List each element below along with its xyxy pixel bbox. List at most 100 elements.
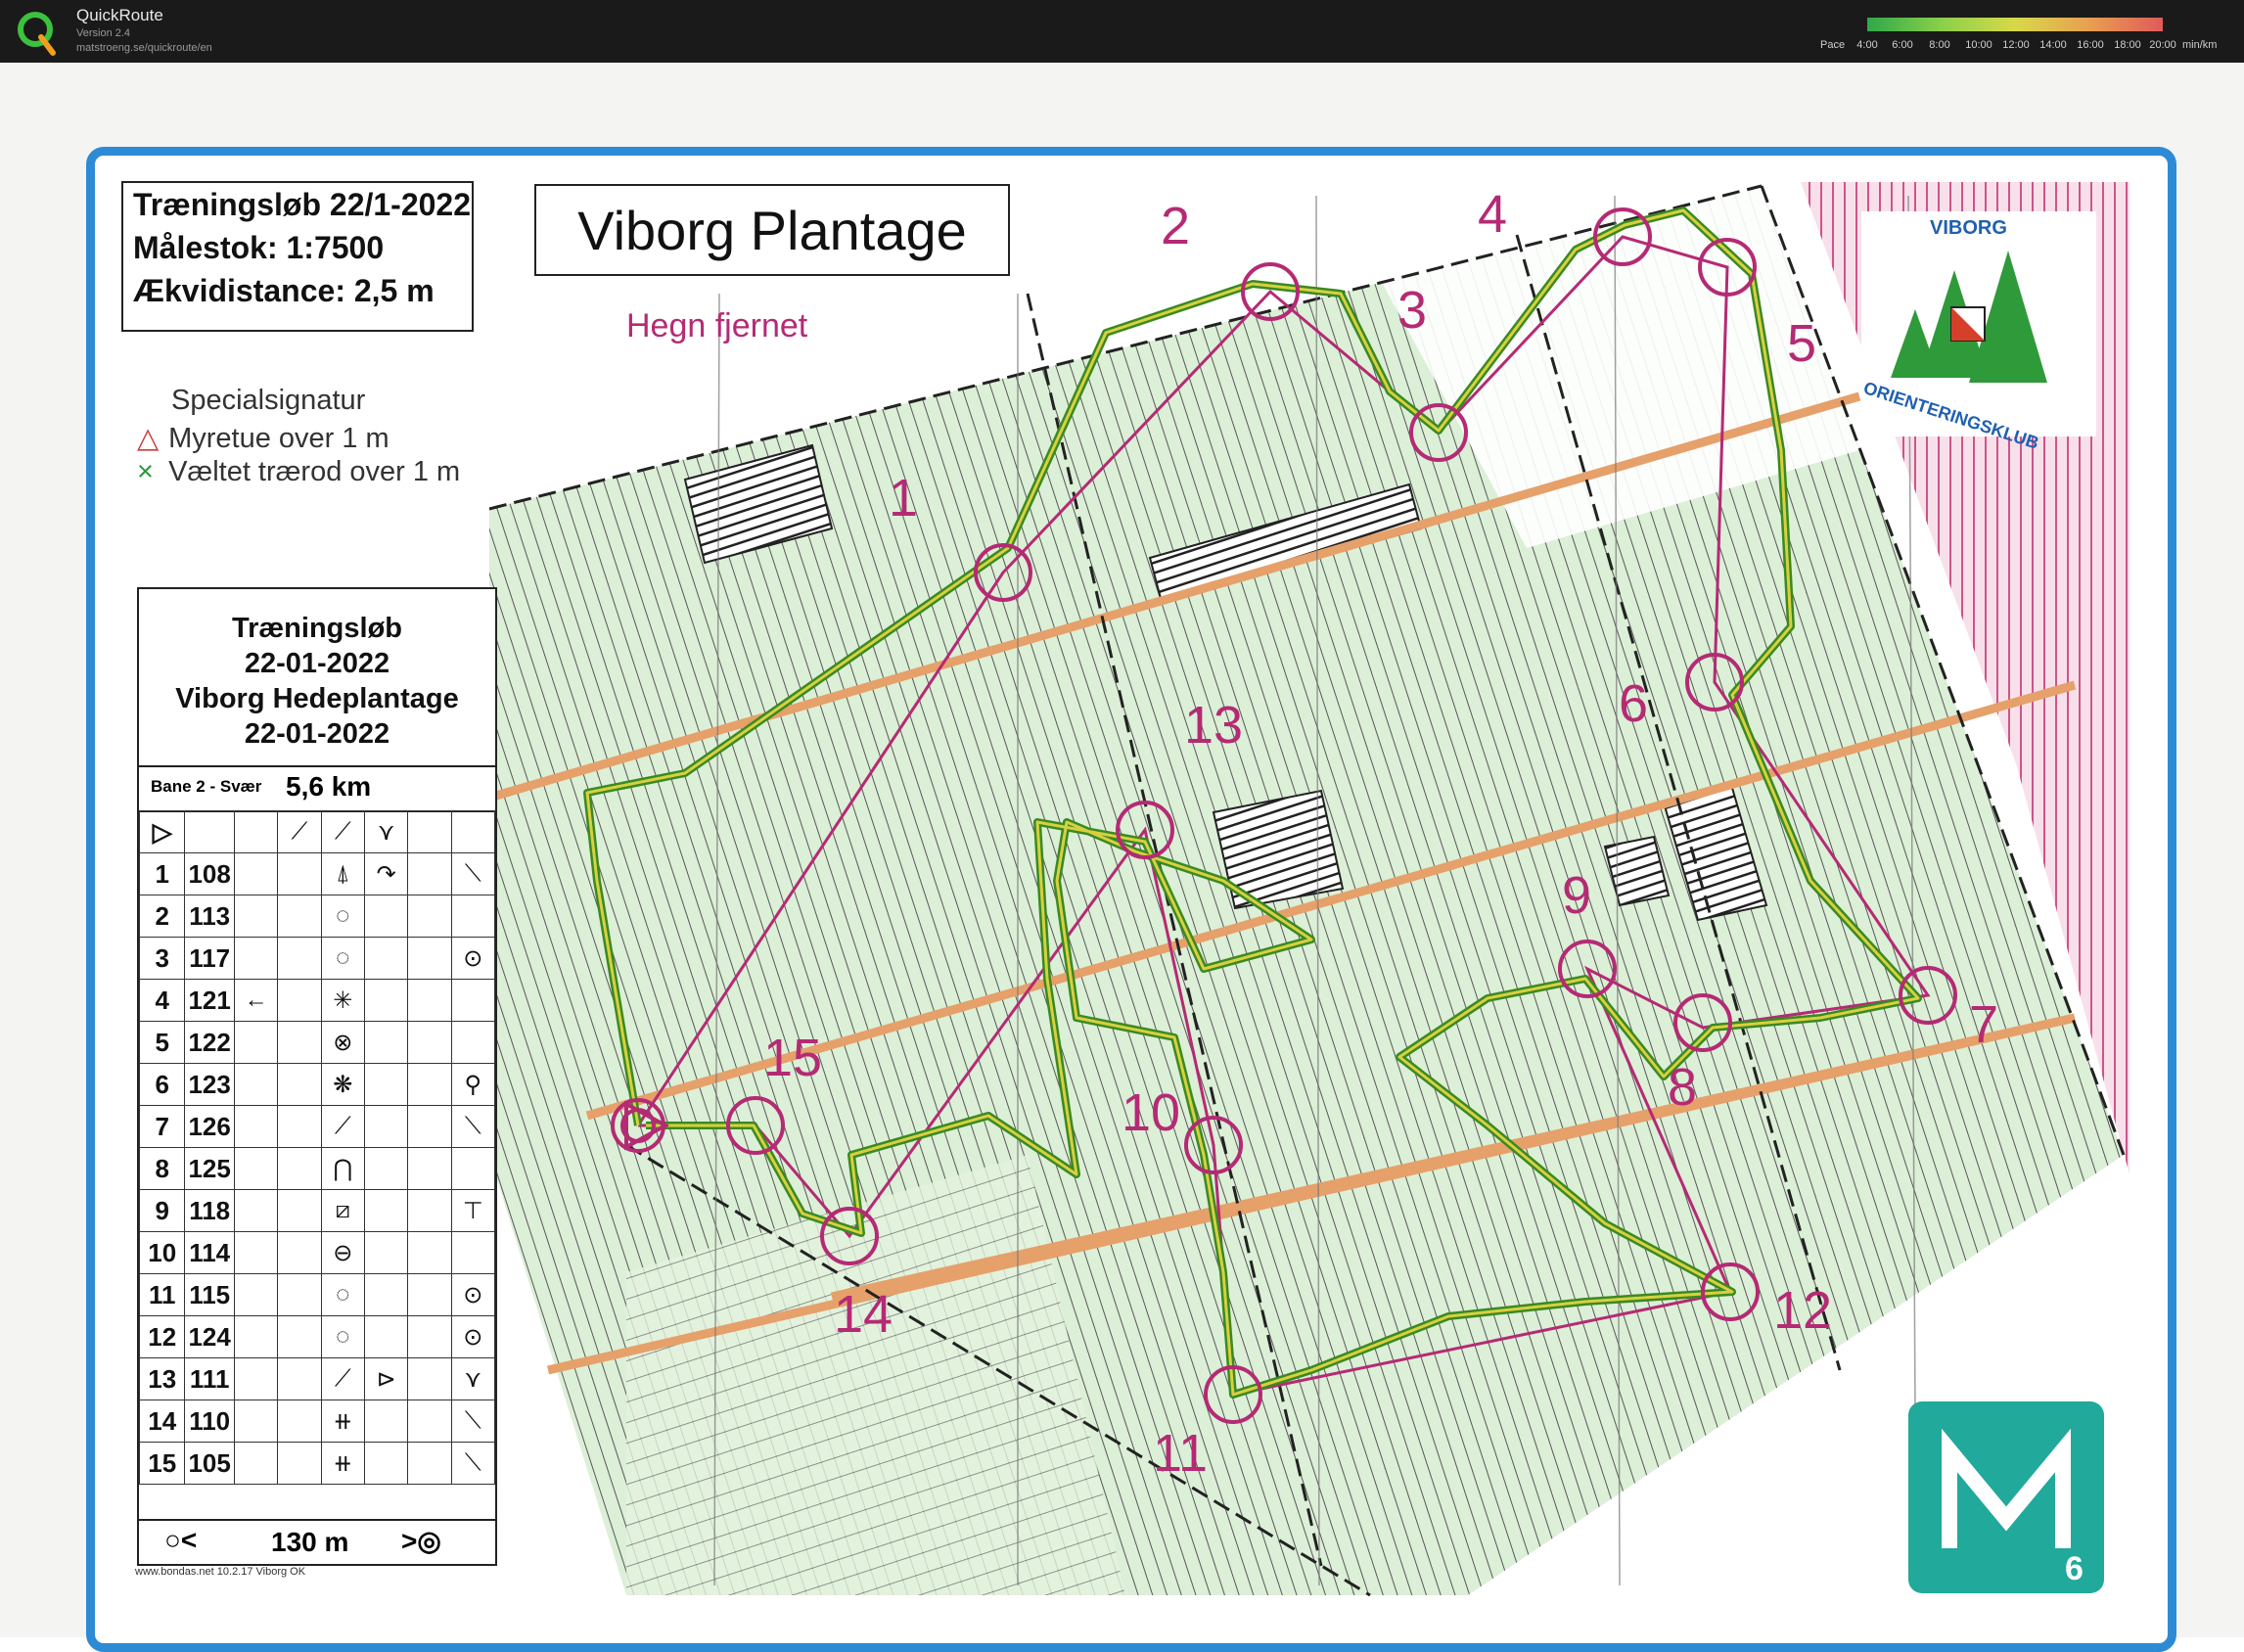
description-cell-f [363, 895, 409, 938]
description-cell-empty [407, 1021, 452, 1064]
description-cell-num: 9 [138, 1189, 186, 1232]
description-cell-num: 4 [138, 979, 186, 1022]
description-cell-f [363, 979, 409, 1022]
description-cell-f: ↷ [363, 852, 409, 895]
description-cell-code: 117 [184, 937, 235, 980]
rootstock-icon: × [137, 456, 154, 487]
control-number-14: 14 [834, 1285, 893, 1344]
description-cell-c [233, 1315, 279, 1358]
description-cell-e: ◌ [320, 1273, 365, 1316]
finish-row: ○< 130 m >◎ [139, 1519, 495, 1564]
description-cell-d [277, 1315, 322, 1358]
description-cell-empty [407, 1400, 452, 1443]
description-cell-g [450, 979, 496, 1022]
control-number-1: 1 [889, 469, 919, 528]
description-cell-code: 118 [184, 1189, 235, 1232]
description-cell-empty [407, 1105, 452, 1148]
description-cell-e: ⟋ [320, 1105, 365, 1148]
description-cell-g: ⋎ [450, 1357, 496, 1400]
description-cell-code: 122 [184, 1021, 235, 1064]
description-cell-g: ⊤ [450, 1189, 496, 1232]
description-row: 1 108 ⍋ ↷ ⟍ [138, 852, 496, 895]
description-cell-c [233, 852, 279, 895]
description-cell-e: ⊖ [320, 1231, 365, 1274]
description-cell-empty [407, 852, 452, 895]
description-cell-d [277, 1273, 322, 1316]
description-cell-d [277, 1021, 322, 1064]
desc-title-1: Træningsløb [232, 613, 402, 644]
control-description-sheet: Træningsløb 22-01-2022 Viborg Hedeplanta… [137, 587, 497, 1566]
control-number-12: 12 [1773, 1281, 1833, 1340]
description-cell-c [233, 1105, 279, 1148]
description-cell-f [363, 1147, 409, 1190]
description-cell-e: ⧺ [320, 1400, 365, 1443]
special-symbols-title: Specialsignatur [171, 385, 366, 416]
map-credit: www.bondas.net 10.2.17 Viborg OK [135, 1566, 306, 1578]
desc-title-4: 22-01-2022 [244, 718, 390, 750]
description-cell-empty [407, 1063, 452, 1106]
description-cell-c: ← [233, 979, 279, 1022]
description-cell-code: 113 [184, 895, 235, 938]
description-row: 5 122 ⊗ [138, 1021, 496, 1064]
finish-distance: 130 m [271, 1527, 349, 1557]
description-cell-d [277, 1231, 322, 1274]
description-cell-g: ⊙ [450, 937, 496, 980]
description-cell-f [363, 1021, 409, 1064]
club-logo: VIBORG ORIENTERINGSKLUB [1861, 211, 2096, 453]
description-cell-f [363, 1063, 409, 1106]
description-cell-code: 126 [184, 1105, 235, 1148]
description-cell-num: 2 [138, 895, 186, 938]
scale-text: Målestok: 1:7500 [133, 230, 385, 265]
finish-right-symbol: >◎ [401, 1526, 441, 1556]
description-cell-e: ⊗ [320, 1021, 365, 1064]
description-cell-num: 11 [138, 1273, 186, 1316]
description-row: 6 123 ❋ ⚲ [138, 1063, 496, 1106]
legend-anthill-label: Myretue over 1 m [168, 423, 389, 454]
start-symbol: ▷ [138, 810, 186, 853]
description-cell-empty [407, 1231, 452, 1274]
description-cell-empty [407, 1147, 452, 1190]
description-cell-num: 6 [138, 1063, 186, 1106]
start-col-e: ⟋ [277, 810, 322, 853]
description-cell-num: 15 [138, 1442, 186, 1485]
contour-interval-text: Ækvidistance: 2,5 m [133, 273, 435, 308]
description-cell-e: ❋ [320, 1063, 365, 1106]
description-cell-g: ⊙ [450, 1273, 496, 1316]
description-row: 9 118 ⧄ ⊤ [138, 1189, 496, 1232]
description-row: 8 125 ⋂ [138, 1147, 496, 1190]
legend-rootstock-label: Væltet trærod over 1 m [168, 456, 461, 487]
description-cell-g: ⟍ [450, 1105, 496, 1148]
description-cell-g: ⚲ [450, 1063, 496, 1106]
description-cell-num: 10 [138, 1231, 186, 1274]
description-cell-f: ⊳ [363, 1357, 409, 1400]
description-cell-empty [407, 1357, 452, 1400]
description-cell-d [277, 1063, 322, 1106]
description-row: 7 126 ⟋ ⟍ [138, 1105, 496, 1148]
description-cell-num: 3 [138, 937, 186, 980]
description-cell-g: ⟍ [450, 852, 496, 895]
description-cell-f [363, 1189, 409, 1232]
legend-rootstock: × Væltet trærod over 1 m [137, 456, 460, 488]
fence-removed-annotation: Hegn fjernet [626, 307, 808, 344]
description-cell-code: 110 [184, 1400, 235, 1443]
description-cell-g [450, 895, 496, 938]
description-row: 14 110 ⧺ ⟍ [138, 1400, 496, 1443]
description-row: 13 111 ⟋ ⊳ ⋎ [138, 1357, 496, 1400]
start-row: ▷ ⟋ ⟋ ⋎ [138, 810, 496, 853]
description-row: 3 117 ◌ ⊙ [138, 937, 496, 980]
description-cell-num: 1 [138, 852, 186, 895]
description-cell-num: 5 [138, 1021, 186, 1064]
control-number-4: 4 [1478, 185, 1508, 244]
description-row: 10 114 ⊖ [138, 1231, 496, 1274]
description-cell-d [277, 1189, 322, 1232]
description-cell-code: 115 [184, 1273, 235, 1316]
description-cell-c [233, 1189, 279, 1232]
control-number-6: 6 [1619, 674, 1649, 733]
control-number-2: 2 [1161, 197, 1191, 255]
description-cell-empty [407, 1442, 452, 1485]
control-number-15: 15 [763, 1029, 823, 1087]
description-cell-f [363, 1400, 409, 1443]
description-cell-g [450, 1147, 496, 1190]
description-cell-e: ◌ [320, 1315, 365, 1358]
description-cell-d [277, 1105, 322, 1148]
